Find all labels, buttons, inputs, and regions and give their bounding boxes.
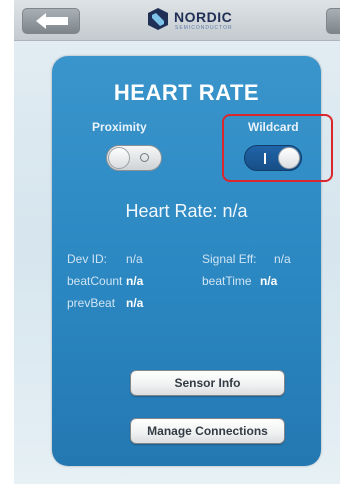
back-button[interactable] [22,8,80,34]
nordic-logo-icon [148,8,168,30]
signal-eff-value: n/a [274,252,291,266]
dev-id-label: Dev ID: [67,252,108,266]
dev-id-value: n/a [126,252,143,266]
beat-time-label: beatTime [202,274,252,288]
prev-beat-label: prevBeat [67,296,116,310]
beat-time-value: n/a [260,274,278,288]
brand-name: NORDIC [174,9,233,25]
circle-off-icon [140,153,149,162]
sensor-info-button[interactable]: Sensor Info [130,370,285,396]
right-nav-button[interactable] [326,8,340,34]
signal-eff-label: Signal Eff: [202,252,257,266]
nordic-logo: NORDIC SEMICONDUCTOR [146,6,246,34]
proximity-label: Proximity [92,120,147,134]
app-screen: NORDIC SEMICONDUCTOR HEART RATE Proximit… [14,0,340,484]
page-title: HEART RATE [113,80,260,105]
nav-bar: NORDIC SEMICONDUCTOR [14,0,340,41]
wildcard-highlight [222,114,333,182]
heart-rate-value: Heart Rate: n/a [125,201,248,221]
prev-beat-value: n/a [126,296,144,310]
brand-subtitle: SEMICONDUCTOR [175,25,233,31]
beat-count-label: beatCount [67,274,123,288]
toggle-knob [108,147,130,169]
arrow-left-icon [36,13,68,29]
heart-rate-panel: HEART RATE Proximity Wildcard Heart Rate… [52,56,333,466]
proximity-toggle[interactable] [106,145,162,171]
manage-connections-button[interactable]: Manage Connections [130,418,285,444]
beat-count-value: n/a [126,274,144,288]
